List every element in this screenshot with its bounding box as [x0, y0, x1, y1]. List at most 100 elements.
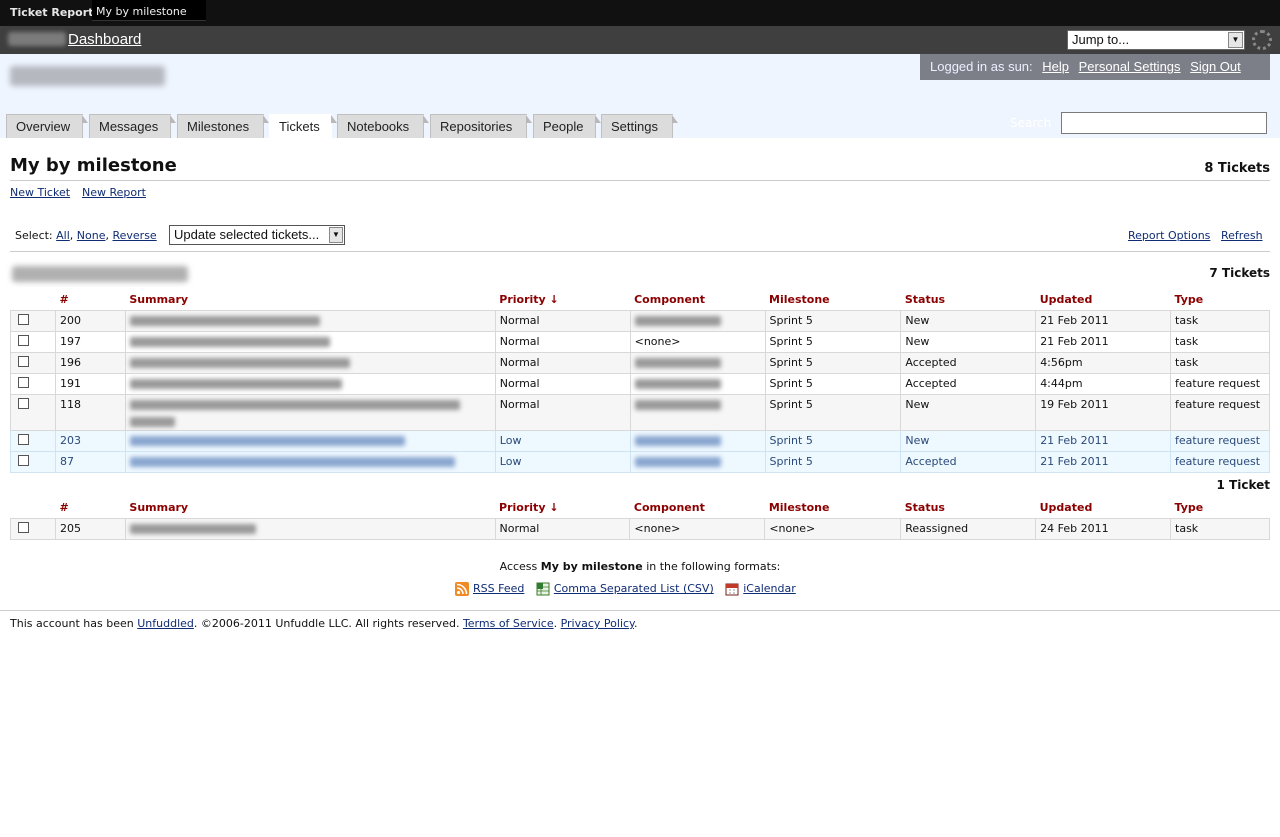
col-milestone[interactable]: Milestone	[765, 498, 901, 518]
col-component[interactable]: Component	[630, 498, 765, 518]
ticket-milestone: Sprint 5	[764, 372, 902, 395]
summary-redacted-text	[129, 336, 330, 347]
col-updated[interactable]: Updated	[1036, 498, 1171, 518]
table-row[interactable]: 87 Low Sprint 5 Accepted 21 Feb 2011 feature …	[10, 450, 1270, 473]
dashboard-link[interactable]: Dashboard	[68, 31, 141, 48]
col-summary[interactable]: Summary	[125, 498, 495, 518]
tab-messages[interactable]: Messages	[89, 114, 176, 138]
sign-out-link[interactable]: Sign Out	[1190, 59, 1241, 74]
table-row[interactable]: 118 Normal Sprint 5 New 19 Feb 2011 feature r…	[10, 393, 1270, 431]
row-checkbox-cell[interactable]	[10, 393, 56, 431]
row-checkbox-cell[interactable]	[10, 309, 56, 332]
col-type[interactable]: Type	[1171, 498, 1270, 518]
row-checkbox[interactable]	[18, 376, 29, 388]
rss-icon	[455, 582, 469, 596]
table-row[interactable]: 191 Normal Sprint 5 Accepted 4:44pm feature r…	[10, 372, 1270, 395]
component-redacted-text	[634, 399, 721, 410]
table-row[interactable]: 197 Normal <none> Sprint 5 New 21 Feb 2011 tas…	[10, 330, 1270, 353]
ticket-number[interactable]: 191	[54, 372, 126, 395]
row-checkbox-cell[interactable]	[10, 351, 56, 374]
search-label: Search	[1010, 116, 1052, 130]
ticket-status: New	[900, 309, 1037, 332]
ticket-updated: 4:56pm	[1035, 351, 1172, 374]
tab-notebooks[interactable]: Notebooks	[337, 114, 429, 138]
col-summary[interactable]: Summary	[125, 290, 495, 310]
ticket-type: task	[1170, 517, 1270, 540]
tab-settings[interactable]: Settings	[601, 114, 678, 138]
ticket-summary-redacted[interactable]	[124, 330, 496, 353]
select-controls: Select: All, None, Reverse	[15, 229, 157, 242]
new-report-link[interactable]: New Report	[82, 186, 146, 199]
report-options-link[interactable]: Report Options	[1128, 229, 1210, 242]
ticket-number[interactable]: 196	[54, 351, 126, 374]
ticket-number[interactable]: 203	[54, 429, 126, 452]
col-number[interactable]: #	[55, 498, 125, 518]
chevron-down-icon[interactable]: ▼	[329, 227, 343, 243]
ticket-summary-redacted[interactable]	[124, 450, 496, 473]
col-milestone[interactable]: Milestone	[765, 290, 901, 310]
new-ticket-link[interactable]: New Ticket	[10, 186, 70, 199]
csv-link[interactable]: Comma Separated List (CSV)	[554, 582, 714, 595]
ticket-number[interactable]: 197	[54, 330, 126, 353]
row-checkbox[interactable]	[18, 313, 29, 325]
refresh-link[interactable]: Refresh	[1221, 229, 1263, 242]
col-type[interactable]: Type	[1171, 290, 1270, 310]
row-checkbox-cell[interactable]	[10, 429, 56, 452]
col-status[interactable]: Status	[901, 290, 1036, 310]
row-checkbox[interactable]	[18, 355, 29, 367]
tab-tickets[interactable]: Tickets	[269, 114, 337, 138]
ticket-summary-redacted[interactable]	[124, 351, 496, 374]
ticket-number[interactable]: 118	[54, 393, 126, 431]
terms-of-service-link[interactable]: Terms of Service	[463, 617, 554, 630]
ticket-number[interactable]: 205	[54, 517, 126, 540]
jump-to-select[interactable]: Jump to... ▼	[1067, 30, 1245, 50]
row-checkbox-cell[interactable]	[10, 517, 56, 540]
privacy-policy-link[interactable]: Privacy Policy	[561, 617, 634, 630]
personal-settings-link[interactable]: Personal Settings	[1079, 59, 1181, 74]
help-link[interactable]: Help	[1042, 59, 1069, 74]
row-checkbox[interactable]	[18, 334, 29, 346]
chevron-down-icon[interactable]: ▼	[1228, 32, 1243, 48]
row-checkbox-cell[interactable]	[10, 372, 56, 395]
row-checkbox[interactable]	[18, 454, 29, 466]
table-row[interactable]: 200 Normal Sprint 5 New 21 Feb 2011 task	[10, 309, 1270, 332]
tab-people[interactable]: People	[533, 114, 601, 138]
rss-feed-link[interactable]: RSS Feed	[473, 582, 524, 595]
summary-redacted-text	[129, 315, 320, 326]
summary-redacted-text	[129, 357, 350, 368]
row-checkbox[interactable]	[18, 521, 29, 533]
col-updated[interactable]: Updated	[1036, 290, 1171, 310]
col-priority[interactable]: Priority ↓	[495, 498, 630, 518]
update-selected-select[interactable]: Update selected tickets... ▼	[169, 225, 345, 245]
row-checkbox[interactable]	[18, 433, 29, 445]
col-status[interactable]: Status	[901, 498, 1036, 518]
select-reverse-link[interactable]: Reverse	[112, 229, 156, 242]
tab-milestones[interactable]: Milestones	[177, 114, 269, 138]
tab-overview[interactable]: Overview	[6, 114, 88, 138]
select-none-link[interactable]: None	[77, 229, 106, 242]
col-number[interactable]: #	[55, 290, 125, 310]
row-checkbox-cell[interactable]	[10, 330, 56, 353]
ticket-summary-redacted[interactable]	[124, 372, 496, 395]
icalendar-link[interactable]: iCalendar	[743, 582, 796, 595]
col-component[interactable]: Component	[630, 290, 765, 310]
row-checkbox[interactable]	[18, 397, 29, 409]
unfuddled-link[interactable]: Unfuddled	[137, 617, 194, 630]
col-priority[interactable]: Priority ↓	[495, 290, 630, 310]
ticket-number[interactable]: 200	[54, 309, 126, 332]
ticket-summary-redacted[interactable]	[124, 429, 496, 452]
ticket-summary-redacted[interactable]	[124, 517, 496, 540]
breadcrumb-section[interactable]: Ticket Reports	[10, 6, 100, 19]
tab-repositories[interactable]: Repositories	[430, 114, 532, 138]
ticket-summary-redacted[interactable]	[124, 309, 496, 332]
table-row[interactable]: 205 Normal <none> <none> Reassigned 24 Feb 20…	[10, 517, 1270, 540]
table-row[interactable]: 196 Normal Sprint 5 Accepted 4:56pm task	[10, 351, 1270, 374]
row-checkbox-cell[interactable]	[10, 450, 56, 473]
summary-redacted-text	[129, 435, 405, 446]
table-row[interactable]: 203 Low Sprint 5 New 21 Feb 2011 feature requ…	[10, 429, 1270, 452]
select-all-link[interactable]: All	[56, 229, 70, 242]
search-input[interactable]	[1061, 112, 1267, 134]
export-format-links: RSS Feed Comma Separated List (CSV) iCal…	[455, 582, 796, 596]
ticket-number[interactable]: 87	[54, 450, 126, 473]
ticket-summary-redacted[interactable]	[124, 393, 496, 431]
